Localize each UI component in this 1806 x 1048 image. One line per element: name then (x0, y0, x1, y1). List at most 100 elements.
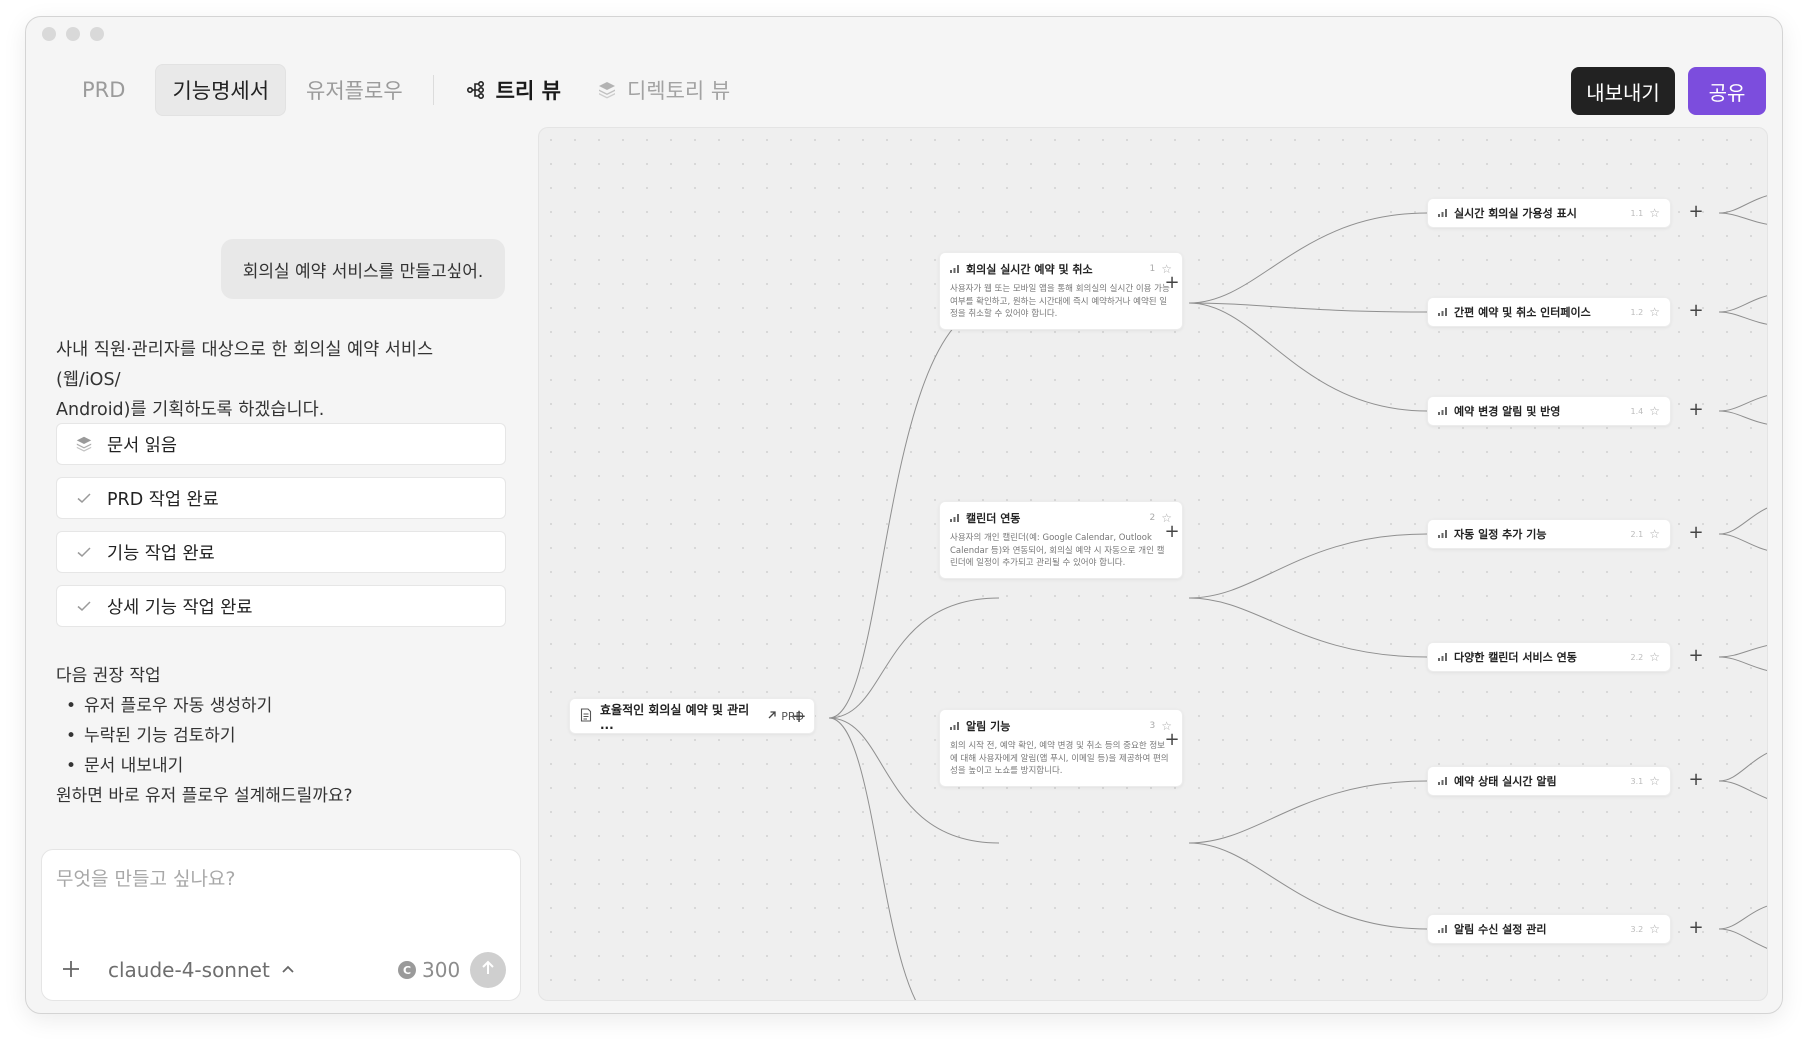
closing-question: 원하면 바로 유저 플로우 설계해드릴까요? (56, 786, 353, 806)
bar-chart-icon (1438, 923, 1448, 936)
sub-feature-title: 예약 변경 알림 및 반영 (1454, 405, 1561, 418)
add-attachment-button[interactable] (60, 958, 82, 985)
tab-userflow[interactable]: 유저플로우 (290, 65, 419, 115)
step-label: 기능 작업 완료 (107, 543, 215, 564)
add-child-button[interactable]: + (1687, 401, 1705, 419)
feature-title: 회의실 실시간 예약 및 취소 (966, 263, 1093, 276)
maximize-window-dot[interactable] (90, 27, 104, 41)
feature-node[interactable]: 캘린더 연동 2 ☆ 사용자의 개인 캘린더(예: Google Calenda… (939, 501, 1183, 579)
bar-chart-icon (1438, 528, 1448, 541)
bar-chart-icon (950, 720, 960, 733)
check-icon (73, 598, 95, 614)
sub-feature-node[interactable]: 실시간 회의실 가용성 표시 1.1 ☆ (1427, 198, 1671, 228)
step-label: PRD 작업 완료 (107, 489, 219, 510)
send-button[interactable] (470, 952, 506, 988)
tab-features[interactable]: 기능명세서 (155, 64, 287, 116)
export-button[interactable]: 내보내기 (1571, 67, 1675, 115)
tab-tree-view[interactable]: 트리 뷰 (448, 65, 579, 115)
add-child-button[interactable]: + (1687, 203, 1705, 221)
bar-chart-icon (1438, 775, 1448, 788)
feature-description: 사용자가 웹 또는 모바일 앱을 통해 회의실의 실시간 이용 가능 여부를 확… (950, 284, 1170, 319)
layers-icon (73, 435, 95, 453)
sub-feature-node[interactable]: 예약 변경 알림 및 반영 1.4 ☆ (1427, 396, 1671, 426)
bar-chart-icon (950, 512, 960, 525)
add-child-button[interactable]: + (1687, 302, 1705, 320)
model-name: claude-4-sonnet (108, 958, 270, 982)
tab-tree-view-label: 트리 뷰 (495, 79, 561, 103)
star-icon[interactable]: ☆ (1649, 206, 1660, 220)
app-window: PRD 기능명세서 유저플로우 트리 뷰 디렉토리 뷰 내보내기 공유 회의실 … (25, 16, 1783, 1014)
sub-feature-number: 2.1 (1630, 529, 1644, 539)
step-item: PRD 작업 완료 (56, 477, 506, 519)
tab-divider (432, 75, 434, 105)
feature-title: 캘린더 연동 (966, 512, 1021, 525)
recommendation-item: 누락된 기능 검토하기 (56, 721, 506, 751)
bar-chart-icon (1438, 651, 1448, 664)
model-selector[interactable]: claude-4-sonnet (108, 958, 296, 982)
share-button[interactable]: 공유 (1688, 67, 1766, 115)
add-child-button[interactable]: + (1687, 524, 1705, 542)
add-child-button[interactable]: + (1163, 731, 1181, 749)
add-child-button[interactable]: + (790, 708, 808, 726)
step-item: 상세 기능 작업 완료 (56, 585, 506, 627)
feature-description: 사용자의 개인 캘린더(예: Google Calendar, Outlook … (950, 533, 1165, 568)
assistant-line-2: Android)를 기획하도록 하겠습니다. (56, 400, 325, 420)
sub-feature-node[interactable]: 알림 수신 설정 관리 3.2 ☆ (1427, 914, 1671, 944)
sub-feature-title: 간편 예약 및 취소 인터페이스 (1454, 306, 1591, 319)
window-controls (42, 27, 104, 41)
star-icon[interactable]: ☆ (1649, 774, 1660, 788)
sub-feature-node[interactable]: 예약 상태 실시간 알림 3.1 ☆ (1427, 766, 1671, 796)
tab-prd[interactable]: PRD (66, 68, 141, 112)
sub-feature-number: 3.1 (1630, 776, 1644, 786)
top-tabs: PRD 기능명세서 유저플로우 트리 뷰 디렉토리 뷰 (66, 64, 748, 116)
feature-description: 회의 시작 전, 예약 확인, 예약 변경 및 취소 등의 중요한 정보에 대해… (950, 741, 1169, 776)
tab-directory-view[interactable]: 디렉토리 뷰 (579, 65, 748, 115)
sub-feature-number: 2.2 (1630, 652, 1644, 662)
close-window-dot[interactable] (42, 27, 56, 41)
bar-chart-icon (1438, 306, 1448, 319)
add-child-button[interactable]: + (1163, 523, 1181, 541)
bar-chart-icon (1438, 405, 1448, 418)
credit-balance: C 300 (398, 958, 460, 982)
prompt-input[interactable]: 무엇을 만들고 싶나요? (56, 864, 235, 891)
star-icon[interactable]: ☆ (1649, 404, 1660, 418)
step-item: 문서 읽음 (56, 423, 506, 465)
progress-steps: 문서 읽음 PRD 작업 완료 기능 작업 완료 상세 기능 작업 완료 (56, 423, 506, 639)
tree-canvas[interactable]: 효율적인 회의실 예약 및 관리 ... PRD + 회의실 실시간 예약 및 … (538, 127, 1768, 1001)
check-icon (73, 544, 95, 560)
credit-count: 300 (422, 958, 461, 982)
step-label: 상세 기능 작업 완료 (107, 597, 253, 618)
tree-root-node[interactable]: 효율적인 회의실 예약 및 관리 ... PRD (569, 698, 815, 734)
minimize-window-dot[interactable] (66, 27, 80, 41)
add-child-button[interactable]: + (1687, 919, 1705, 937)
feature-number: 2 (1149, 513, 1156, 523)
step-item: 기능 작업 완료 (56, 531, 506, 573)
sub-feature-title: 실시간 회의실 가용성 표시 (1454, 207, 1577, 220)
sub-feature-title: 예약 상태 실시간 알림 (1454, 775, 1557, 788)
feature-node[interactable]: 알림 기능 3 ☆ 회의 시작 전, 예약 확인, 예약 변경 및 취소 등의 … (939, 709, 1183, 787)
message-composer[interactable]: 무엇을 만들고 싶나요? claude-4-sonnet C 300 (41, 849, 521, 1001)
tree-icon (466, 80, 486, 100)
sub-feature-node[interactable]: 자동 일정 추가 기능 2.1 ☆ (1427, 519, 1671, 549)
star-icon[interactable]: ☆ (1649, 650, 1660, 664)
add-child-button[interactable]: + (1687, 647, 1705, 665)
feature-node[interactable]: 회의실 실시간 예약 및 취소 1 ☆ 사용자가 웹 또는 모바일 앱을 통해 … (939, 252, 1183, 330)
star-icon[interactable]: ☆ (1649, 922, 1660, 936)
sub-feature-node[interactable]: 다양한 캘린더 서비스 연동 2.2 ☆ (1427, 642, 1671, 672)
document-icon (580, 707, 592, 725)
star-icon[interactable]: ☆ (1649, 527, 1660, 541)
star-icon[interactable]: ☆ (1649, 305, 1660, 319)
assistant-line-1: 사내 직원·관리자를 대상으로 한 회의실 예약 서비스(웹/iOS/ (56, 340, 434, 390)
sub-feature-node[interactable]: 간편 예약 및 취소 인터페이스 1.2 ☆ (1427, 297, 1671, 327)
sub-feature-title: 알림 수신 설정 관리 (1454, 923, 1547, 936)
step-label: 문서 읽음 (107, 435, 177, 456)
sub-feature-title: 다양한 캘린더 서비스 연동 (1454, 651, 1577, 664)
check-icon (73, 490, 95, 506)
recommendations: 다음 권장 작업 유저 플로우 자동 생성하기 누락된 기능 검토하기 문서 내… (56, 661, 506, 811)
feature-number: 1 (1149, 264, 1156, 274)
bar-chart-icon (950, 263, 960, 276)
coin-icon: C (398, 961, 416, 979)
sub-feature-number: 1.1 (1630, 208, 1644, 218)
add-child-button[interactable]: + (1163, 274, 1181, 292)
add-child-button[interactable]: + (1687, 771, 1705, 789)
